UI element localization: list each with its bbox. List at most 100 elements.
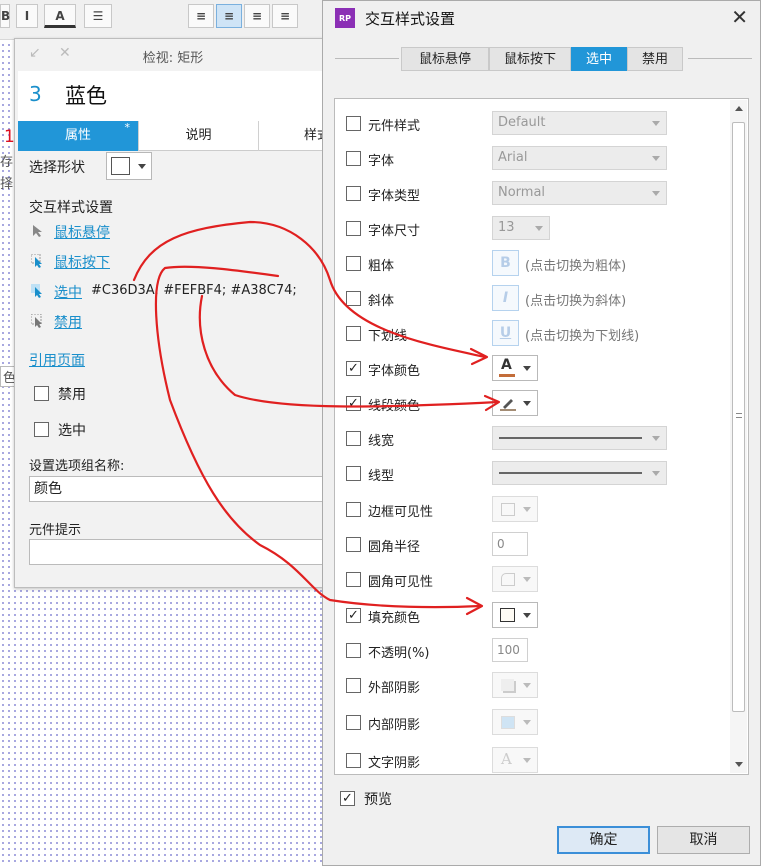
font-type-select[interactable]: Normal xyxy=(492,181,667,205)
tab-disabled[interactable]: 禁用 xyxy=(627,47,683,71)
line-type-select[interactable] xyxy=(492,461,667,485)
outer-shadow-icon xyxy=(501,679,514,691)
corner-visibility-picker[interactable] xyxy=(492,566,538,592)
chevron-down-icon xyxy=(652,156,660,161)
tab-properties[interactable]: 属性 * xyxy=(18,121,139,151)
chevron-down-icon xyxy=(523,401,531,406)
tab-hover[interactable]: 鼠标悬停 xyxy=(401,47,489,71)
cursor-hover-icon xyxy=(33,225,42,237)
tab-notes[interactable]: 说明 xyxy=(139,121,259,151)
corner-visibility-checkbox[interactable] xyxy=(346,572,361,587)
text-shadow-icon: A xyxy=(501,750,512,768)
underline-hint: (点击切换为下划线) xyxy=(525,329,640,344)
font-color-checkbox[interactable]: ✓ xyxy=(346,361,361,376)
chevron-down-icon xyxy=(523,720,531,725)
font-size-checkbox[interactable] xyxy=(346,221,361,236)
close-icon[interactable]: ✕ xyxy=(731,5,748,29)
cancel-button[interactable]: 取消 xyxy=(657,826,750,854)
dialog-tabs: 鼠标悬停 鼠标按下 选中 禁用 xyxy=(323,47,761,71)
row-text-shadow: 文字阴影 A xyxy=(335,746,730,776)
row-corner-radius: 圆角半径 0 xyxy=(335,530,730,560)
font-color-tool-button[interactable]: A xyxy=(44,4,76,28)
font-value: Arial xyxy=(498,150,528,165)
italic-toggle-button[interactable]: I xyxy=(492,285,519,311)
line-width-select[interactable] xyxy=(492,426,667,450)
bold-checkbox[interactable] xyxy=(346,256,361,271)
underline-toggle-button[interactable]: U xyxy=(492,320,519,346)
line-color-picker[interactable] xyxy=(492,390,538,416)
shape-picker[interactable] xyxy=(106,152,152,180)
list-tool-button[interactable]: ☰ xyxy=(84,4,112,28)
line-width-preview xyxy=(499,437,642,439)
bold-tool-button[interactable]: B xyxy=(0,4,10,28)
justify-tool-button[interactable]: ≡ xyxy=(272,4,298,28)
inner-shadow-picker[interactable] xyxy=(492,709,538,735)
border-visibility-checkbox[interactable] xyxy=(346,502,361,517)
chevron-down-icon xyxy=(523,613,531,618)
align-left-tool-button[interactable]: ≡ xyxy=(188,4,214,28)
ok-button[interactable]: 确定 xyxy=(557,826,650,854)
shape-name[interactable]: 蓝色 xyxy=(65,80,107,110)
fill-color-checkbox[interactable]: ✓ xyxy=(346,608,361,623)
line-color-checkbox[interactable]: ✓ xyxy=(346,396,361,411)
fill-color-picker[interactable] xyxy=(492,602,538,628)
outer-shadow-picker[interactable] xyxy=(492,672,538,698)
mousedown-style-link[interactable]: 鼠标按下 xyxy=(54,252,110,272)
italic-tool-button[interactable]: I xyxy=(16,4,38,28)
border-visibility-picker[interactable] xyxy=(492,496,538,522)
selected-checkbox[interactable] xyxy=(34,422,49,437)
disabled-checkbox[interactable] xyxy=(34,386,49,401)
chevron-down-icon xyxy=(652,436,660,441)
interaction-heading: 交互样式设置 xyxy=(29,200,113,216)
tab-selected[interactable]: 选中 xyxy=(571,47,627,71)
widget-style-checkbox[interactable] xyxy=(346,116,361,131)
left-fragment-3: 择 xyxy=(0,177,14,192)
chevron-down-icon xyxy=(523,577,531,582)
scroll-down-icon[interactable] xyxy=(735,762,743,767)
align-center-tool-button[interactable]: ≡ xyxy=(216,4,242,28)
line-width-checkbox[interactable] xyxy=(346,431,361,446)
font-select[interactable]: Arial xyxy=(492,146,667,170)
row-inner-shadow: 内部阴影 xyxy=(335,708,730,738)
row-fill-color: ✓ 填充颜色 xyxy=(335,601,730,631)
font-color-picker[interactable]: A xyxy=(492,355,538,381)
scrollbar-thumb[interactable] xyxy=(732,122,745,712)
align-right-tool-button[interactable]: ≡ xyxy=(244,4,270,28)
vertical-scrollbar[interactable] xyxy=(730,100,747,773)
widget-style-value: Default xyxy=(498,115,546,130)
preview-checkbox[interactable]: ✓ xyxy=(340,791,355,806)
opacity-input[interactable]: 100 xyxy=(492,638,528,662)
selected-style-link[interactable]: 选中 xyxy=(54,282,82,302)
underline-checkbox[interactable] xyxy=(346,326,361,341)
tooltip-input[interactable] xyxy=(29,539,329,565)
text-shadow-checkbox[interactable] xyxy=(346,753,361,768)
corner-radius-checkbox[interactable] xyxy=(346,537,361,552)
italic-checkbox[interactable] xyxy=(346,291,361,306)
outer-shadow-checkbox[interactable] xyxy=(346,678,361,693)
bold-toggle-button[interactable]: B xyxy=(492,250,519,276)
text-shadow-picker[interactable]: A xyxy=(492,747,538,773)
reference-page-link[interactable]: 引用页面 xyxy=(29,350,85,370)
tab-mousedown[interactable]: 鼠标按下 xyxy=(489,47,571,71)
line-type-checkbox[interactable] xyxy=(346,466,361,481)
inner-shadow-checkbox[interactable] xyxy=(346,715,361,730)
tab-style[interactable]: 样式 xyxy=(259,121,330,151)
row-corner-visibility: 圆角可见性 xyxy=(335,565,730,595)
chevron-down-icon xyxy=(652,121,660,126)
opacity-checkbox[interactable] xyxy=(346,643,361,658)
option-group-input[interactable]: 颜色 xyxy=(29,476,329,502)
font-checkbox[interactable] xyxy=(346,151,361,166)
font-size-select[interactable]: 13 xyxy=(492,216,550,240)
scroll-up-icon[interactable] xyxy=(735,106,743,111)
widget-style-select[interactable]: Default xyxy=(492,111,667,135)
disabled-style-link[interactable]: 禁用 xyxy=(54,312,82,332)
style-options-panel: 元件样式 Default 字体 Arial 字体类型 Normal 字体尺寸 1… xyxy=(334,98,749,775)
corner-radius-input[interactable]: 0 xyxy=(492,532,528,556)
inner-shadow-label: 内部阴影 xyxy=(368,718,421,733)
font-type-checkbox[interactable] xyxy=(346,186,361,201)
bold-hint: (点击切换为粗体) xyxy=(525,259,627,274)
hover-style-link[interactable]: 鼠标悬停 xyxy=(54,222,110,242)
toolbar: B I A ☰ ≡ ≡ ≡ ≡ xyxy=(0,0,330,40)
tab-divider-right xyxy=(688,58,752,59)
line-width-label: 线宽 xyxy=(368,434,395,449)
